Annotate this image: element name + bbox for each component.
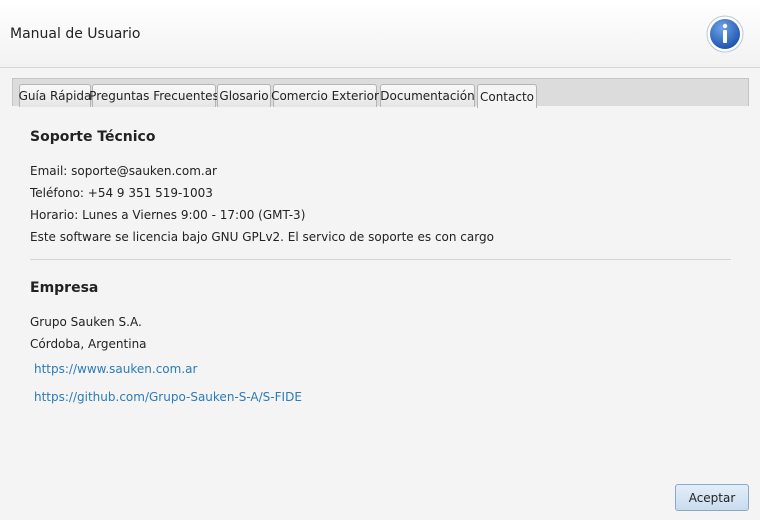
company-name: Grupo Sauken S.A. [30, 315, 142, 329]
dialog-header: Manual de Usuario [0, 0, 760, 68]
info-icon [706, 15, 744, 53]
tab-bar: Guía Rápida Preguntas Frecuentes Glosari… [12, 78, 749, 108]
tab-contacto[interactable]: Contacto [477, 84, 537, 108]
company-location: Córdoba, Argentina [30, 337, 147, 351]
support-email: Email: soporte@sauken.com.ar [30, 164, 217, 178]
support-hours: Horario: Lunes a Viernes 9:00 - 17:00 (G… [30, 208, 306, 222]
tab-comercio-exterior[interactable]: Comercio Exterior [271, 84, 379, 107]
contact-panel: Soporte Técnico Email: soporte@sauken.co… [12, 106, 749, 466]
tab-glosario[interactable]: Glosario [217, 84, 271, 107]
tab-preguntas-frecuentes[interactable]: Preguntas Frecuentes [89, 84, 219, 107]
company-title: Empresa [30, 280, 99, 296]
dialog-title: Manual de Usuario [10, 26, 141, 42]
support-phone: Teléfono: +54 9 351 519-1003 [30, 186, 213, 200]
website-link[interactable]: https://www.sauken.com.ar [34, 362, 197, 376]
github-link[interactable]: https://github.com/Grupo-Sauken-S-A/S-FI… [34, 390, 302, 404]
tab-guia-rapida[interactable]: Guía Rápida [19, 84, 91, 107]
accept-button[interactable]: Aceptar [675, 484, 749, 511]
section-divider [30, 259, 731, 260]
support-title: Soporte Técnico [30, 129, 156, 145]
support-license: Este software se licencia bajo GNU GPLv2… [30, 230, 494, 244]
tab-documentacion[interactable]: Documentación [380, 84, 475, 107]
